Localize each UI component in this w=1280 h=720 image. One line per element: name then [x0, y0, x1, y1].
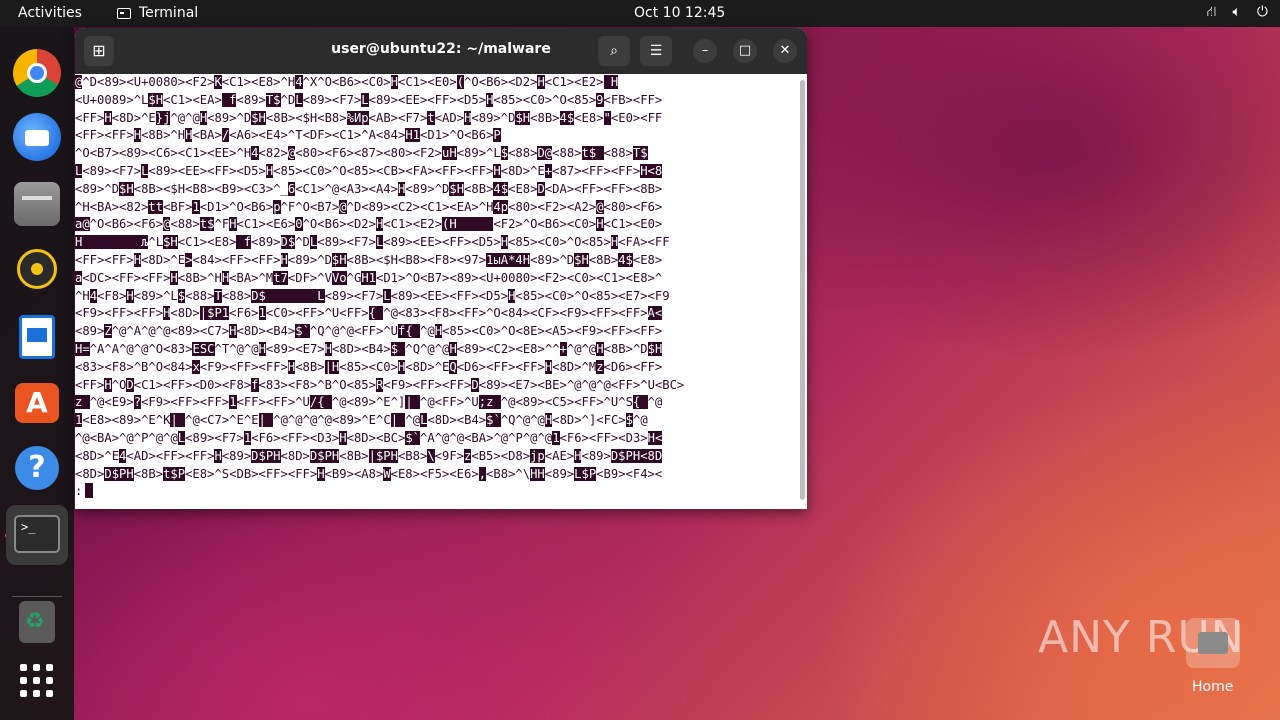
- terminal-line: ^O<B7><89><C6><C1><EE>^H4<82>@<80><F6><8…: [75, 146, 648, 161]
- terminal-line: <8D>D$PH<8B>t$P<E8>^S<DB><FF><FF>H<B9><A…: [75, 466, 663, 481]
- terminal-line: z ^@<E9>?<F9><FF><FF>1<FF><FF>^U/{ ^@<89…: [75, 395, 663, 410]
- dock: A ? >_: [0, 27, 74, 720]
- system-tray[interactable]: ⛙ 🔈︎ ⏻: [1207, 4, 1268, 22]
- activities-button[interactable]: Activities: [18, 5, 82, 21]
- terminal-line: H љ^L$H<C1><E8> f<89>D$^DL<89><F7>L<89><…: [75, 235, 670, 250]
- terminal-icon: [117, 7, 131, 19]
- terminal-line: ^@<BA>^@^P^@^@L<89><F7>1<F6><FF><D3>H<8D…: [75, 430, 663, 445]
- home-folder-icon[interactable]: [1186, 618, 1240, 668]
- network-icon[interactable]: ⛙: [1207, 4, 1217, 22]
- maximize-icon[interactable]: □: [733, 39, 757, 63]
- terminal-line: ^H4<F8>H<89>^L$<88>T<88>D$ L<89><F7>L<89…: [75, 288, 670, 303]
- power-icon[interactable]: ⏻: [1257, 4, 1268, 22]
- terminal-line: <89>Z^@^A^@^@<89><C7>H<8D><B4>$`^Q^@^@<F…: [75, 324, 663, 339]
- search-icon[interactable]: ⌕: [598, 36, 630, 66]
- files-icon[interactable]: [14, 182, 60, 226]
- clock[interactable]: Oct 10 12:45: [634, 5, 725, 21]
- window-titlebar[interactable]: ⊞ user@ubuntu22: ~/malware ⌕ ☰ – □ ✕: [75, 28, 807, 74]
- menu-icon[interactable]: ☰: [640, 36, 672, 66]
- terminal-line: ^H<BA><82>tt<BF>1<D1>^O<B6>p^F^O<B7>@^D<…: [75, 199, 663, 214]
- close-icon[interactable]: ✕: [773, 39, 797, 63]
- active-app-indicator[interactable]: Terminal: [117, 5, 198, 21]
- terminal-line: a@^O<B6><F6>@<88>t$^FH<C1><E6>0^O<B6><D2…: [75, 217, 663, 232]
- terminal-output[interactable]: @^D<89><U+0080><F2>K<C1><E8>^H4^X^O<B6><…: [75, 74, 797, 509]
- show-apps-icon[interactable]: [20, 664, 54, 698]
- terminal-line: <U+0089>^L$H<C1><EA> f<89>T$^DL<89><F7>L…: [75, 92, 663, 107]
- terminal-line: <FF>H<8D>^E}j^@^@H<89>^D$H<8B><$H<B8>%Иp…: [75, 110, 663, 125]
- trash-icon[interactable]: [19, 601, 55, 643]
- terminal-line: <8D>^E4<AD><FF><FF>H<89>D$PH<8D>D$PH<8B>…: [75, 448, 663, 463]
- help-icon[interactable]: ?: [15, 446, 59, 490]
- terminal-line: 1<E8><89>^E^K| ^@<C7>^E^E| ^@^@^@^@<89>^…: [75, 413, 648, 428]
- minimize-icon[interactable]: –: [693, 39, 717, 63]
- terminal-line: @^D<89><U+0080><F2>K<C1><E8>^H4^X^O<B6><…: [75, 75, 619, 89]
- terminal-line: a<DC><FF><FF>H<8B>^HH<BA>^Mt7<DF>^VVo^GH…: [75, 270, 663, 285]
- volume-icon[interactable]: 🔈︎: [1233, 4, 1241, 22]
- terminal-line: <89>^D$H<8B><$H<B8><B9><C3>^_6<C1>^@<A3>…: [75, 181, 663, 196]
- terminal-window[interactable]: ⊞ user@ubuntu22: ~/malware ⌕ ☰ – □ ✕ @^D…: [75, 28, 807, 509]
- terminal-line: <83><F8>^B^O<84>x<F9><FF><FF>H<8B>|H<85>…: [75, 359, 663, 374]
- terminal-line: <FF><FF>H<8B>^HH<BA>/<A6><E4>^T<DF><C1>^…: [75, 128, 501, 143]
- terminal-line: <FF><FF>H<8D>^E><84><FF><FF>H<89>^D$H<8B…: [75, 252, 663, 267]
- terminal-line: L<89><F7>L<89><EE><FF><D5>H<85><C0>^O<85…: [75, 163, 663, 178]
- thunderbird-icon[interactable]: [13, 113, 61, 161]
- terminal-icon[interactable]: >_: [6, 505, 68, 565]
- terminal-glyph: >_: [14, 515, 60, 553]
- rhythmbox-icon[interactable]: [17, 249, 57, 289]
- active-app-label: Terminal: [139, 5, 199, 21]
- chrome-icon[interactable]: [13, 49, 61, 97]
- writer-icon[interactable]: [19, 315, 55, 359]
- terminal-line: <FF>H^OD<C1><FF><D0><F8>f<83><F8>^B^O<85…: [75, 377, 685, 392]
- scrollbar[interactable]: [800, 80, 805, 500]
- app-center-icon[interactable]: A: [15, 383, 59, 423]
- dock-separator: [12, 596, 62, 597]
- text-cursor: [85, 483, 94, 499]
- home-folder-label[interactable]: Home: [1192, 679, 1233, 695]
- terminal-line: <F9><FF><FF>H<8D>|$P1<F6>1<C0><FF>^U<FF>…: [75, 306, 663, 321]
- terminal-line: H=^A^A^@^@^O<83>ESC^T^@^@H<89><E7>H<8D><…: [75, 341, 663, 356]
- terminal-line: :: [75, 483, 797, 501]
- top-bar: Activities Terminal Oct 10 12:45 ⛙ 🔈︎ ⏻: [0, 0, 1280, 27]
